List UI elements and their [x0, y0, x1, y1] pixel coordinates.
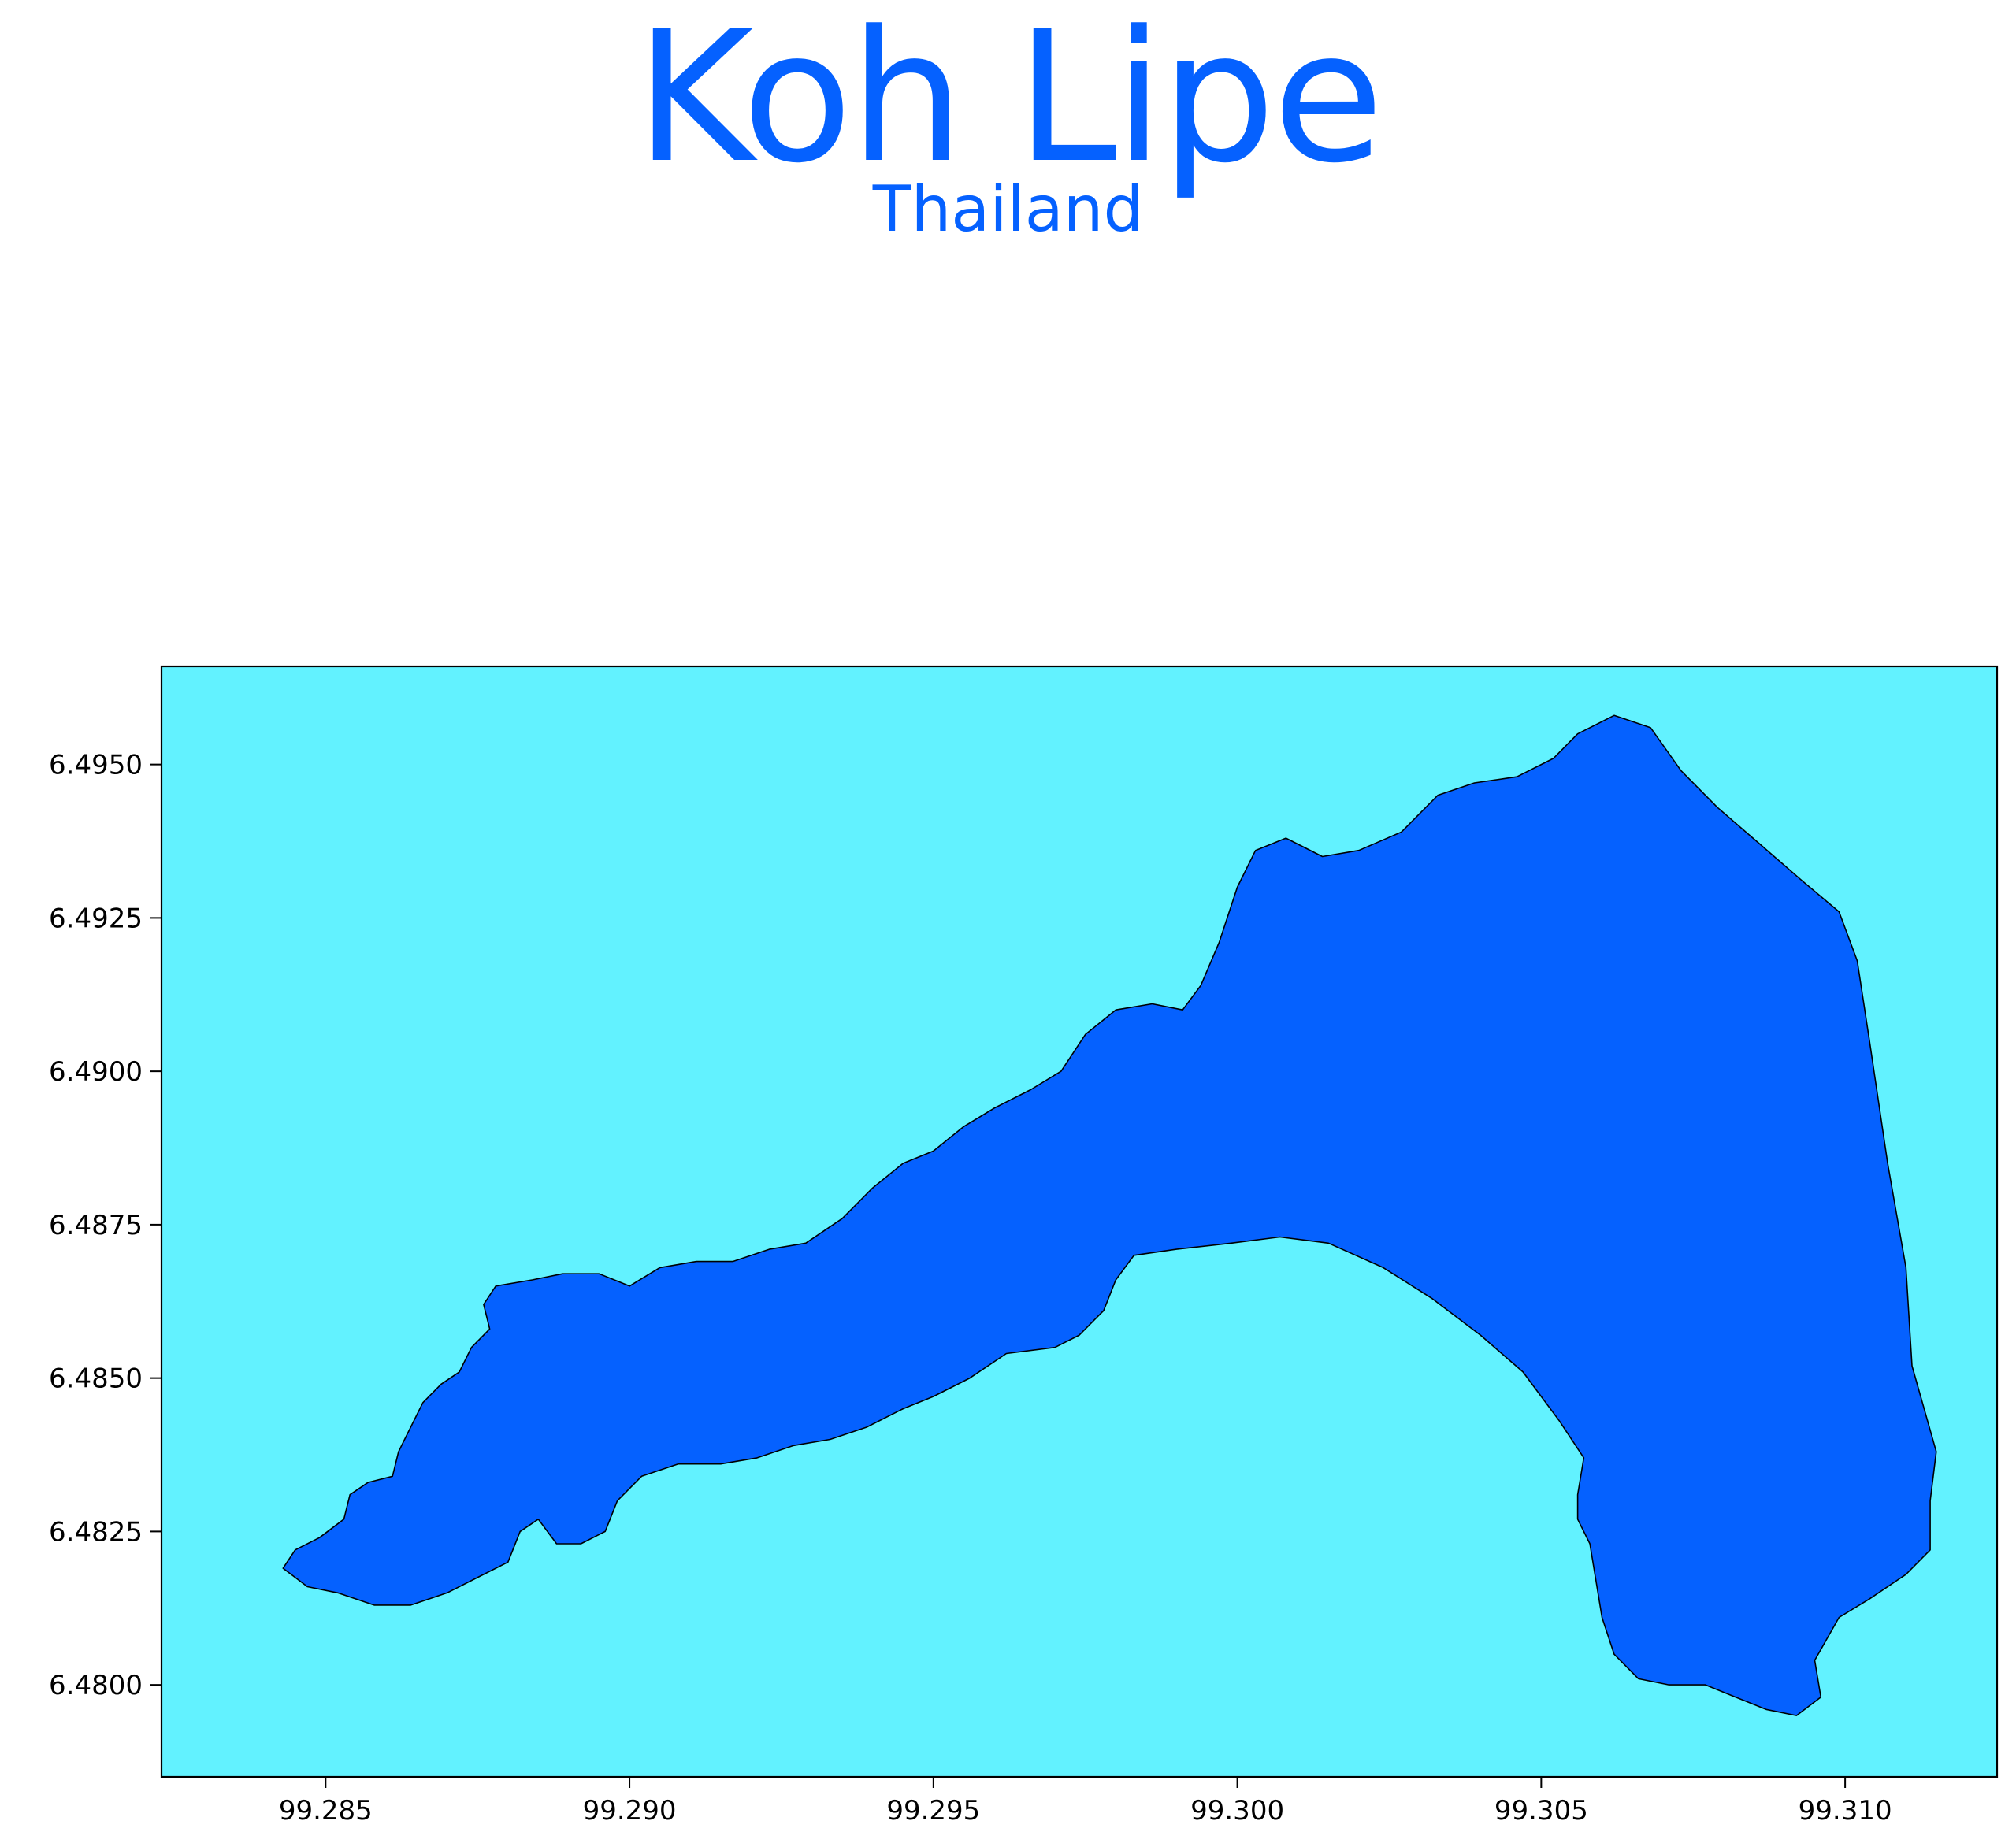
y-tick-label: 6.4800	[49, 1670, 143, 1701]
y-tick-label: 6.4925	[49, 903, 143, 934]
x-tick-label: 99.305	[1494, 1795, 1588, 1827]
map-canvas: 99.285 99.290 99.295 99.300 99.305 99.310 6.4…	[49, 665, 1999, 1827]
x-tick-label: 99.295	[886, 1795, 980, 1827]
y-axis-ticks: 6.4800 6.4825 6.4850 6.4875 6.4900 6.4925 6.49…	[49, 750, 162, 1701]
x-tick-label: 99.290	[583, 1795, 677, 1827]
y-tick-label: 6.4825	[49, 1516, 143, 1548]
x-tick-label: 99.310	[1799, 1795, 1892, 1827]
y-tick-label: 6.4850	[49, 1363, 143, 1395]
x-axis-ticks: 99.285 99.290 99.295 99.300 99.305 99.310	[279, 1777, 1892, 1827]
y-tick-label: 6.4900	[49, 1056, 143, 1088]
x-tick-label: 99.285	[279, 1795, 373, 1827]
x-tick-label: 99.300	[1190, 1795, 1284, 1827]
y-tick-label: 6.4875	[49, 1210, 143, 1241]
y-tick-label: 6.4950	[49, 750, 143, 781]
